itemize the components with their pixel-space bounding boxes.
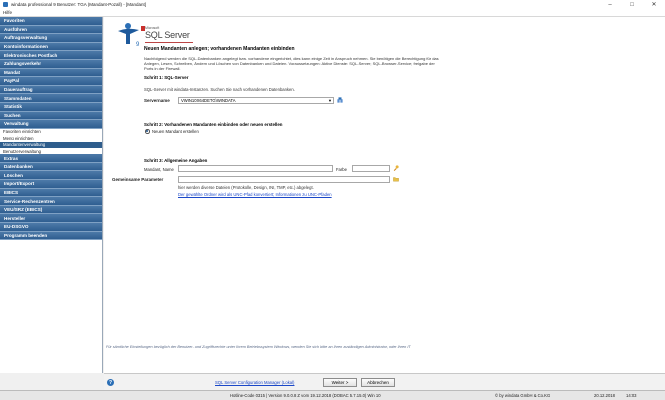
- main-panel: 9 Microsoft SQL Server Neuen Mandanten a…: [104, 17, 665, 373]
- parameter-hint: hier werden diverse Dateien (Protokolle,…: [178, 185, 314, 190]
- sidebar-item-postfach[interactable]: Elektronisches Postfach: [0, 51, 102, 60]
- gemeinsame-parameter-input[interactable]: [178, 176, 390, 183]
- gemeinsame-parameter-label: Gemeinsame Parameter: [112, 177, 164, 182]
- help-icon[interactable]: ?: [107, 379, 114, 386]
- servername-select[interactable]: VWIN10X64DETG\WINDATA ▼: [178, 97, 334, 104]
- servername-value: VWIN10X64DETG\WINDATA: [181, 98, 236, 103]
- menu-item-hilfe[interactable]: Hilfe: [3, 10, 12, 15]
- sidebar-item-stammdaten[interactable]: Stammdaten: [0, 94, 102, 103]
- farbe-label: Farbe: [336, 167, 347, 172]
- chevron-down-icon: ▼: [328, 98, 332, 103]
- status-copyright: © by windata GmbH & Co.KG: [495, 393, 551, 398]
- sidebar-item-suchen[interactable]: Suchen: [0, 111, 102, 121]
- windata-logo-icon: 9: [118, 23, 140, 48]
- sidebar-item-service-rechenzentren[interactable]: Service-Rechenzentren: [0, 197, 102, 206]
- folder-icon[interactable]: [393, 176, 399, 182]
- sql-underline: [145, 42, 193, 43]
- step1-title: Schritt 1: SQL-Server: [144, 75, 189, 80]
- page-heading: Neuen Mandanten anlegen; vorhandenen Man…: [144, 46, 295, 52]
- window-controls: – □ ✕: [599, 0, 665, 9]
- step2-title: Schritt 2: Vorhandenen Mandanten einbind…: [144, 122, 283, 127]
- intro-text: Nachfolgend werden die SQL-Datenbanken a…: [144, 56, 439, 71]
- step1-desc: SQL-Server mit windata-Instanzen. Suchen…: [144, 87, 295, 92]
- sidebar-item-mandat[interactable]: Mandat: [0, 68, 102, 78]
- sidebar-item-programm-beenden[interactable]: Programm beenden: [0, 231, 102, 241]
- sidebar-item-favoriten[interactable]: Favoriten: [0, 17, 102, 26]
- window-title: windata professional 9 Benutzer: TGA (Ma…: [11, 2, 146, 7]
- sidebar-item-hersteller[interactable]: Hersteller: [0, 214, 102, 224]
- sidebar-item-loeschen[interactable]: Löschen: [0, 171, 102, 181]
- sidebar-item-dauerauftrag[interactable]: Dauerauftrag: [0, 85, 102, 95]
- sql-config-manager-link[interactable]: SQL Server Configuration Manager (Lokal): [215, 380, 294, 385]
- sidebar-item-eu-dsgvo[interactable]: EU-DSGVO: [0, 223, 102, 232]
- sidebar-item-auftragsverwaltung[interactable]: Auftragsverwaltung: [0, 34, 102, 43]
- new-mandant-radio[interactable]: [145, 129, 150, 134]
- mandant-name-input[interactable]: [178, 165, 333, 172]
- sidebar-item-ebics[interactable]: EBICS: [0, 188, 102, 198]
- app-icon: [3, 2, 8, 7]
- title-bar: windata professional 9 Benutzer: TGA (Ma…: [0, 0, 665, 9]
- sidebar-item-paypal[interactable]: PayPal: [0, 77, 102, 86]
- sidebar: Favoriten Ausführen Auftragsverwaltung K…: [0, 17, 103, 373]
- sidebar-item-zahlungsverkehr[interactable]: Zahlungsverkehr: [0, 59, 102, 69]
- new-mandant-label: Neuen Mandant erstellen: [152, 129, 199, 134]
- step3-title: Schritt 3: Allgemeine Angaben: [144, 158, 208, 163]
- servername-label: Servername: [144, 98, 170, 103]
- sidebar-item-verwaltung[interactable]: Verwaltung: [0, 120, 102, 129]
- logo-number: 9: [136, 42, 140, 48]
- server-search-icon[interactable]: [337, 97, 343, 103]
- status-hotline: Hotline-Code 0315 | Version 9.0.0.8 Z vo…: [230, 393, 381, 398]
- sidebar-item-kontoinformationen[interactable]: Kontoinformationen: [0, 42, 102, 52]
- sidebar-item-ausfuehren[interactable]: Ausführen: [0, 25, 102, 35]
- color-picker-icon[interactable]: [393, 165, 399, 171]
- maximize-button[interactable]: □: [621, 0, 643, 9]
- minimize-button[interactable]: –: [599, 0, 621, 9]
- next-button[interactable]: Weiter >: [323, 378, 357, 387]
- status-time: 14:03: [626, 393, 637, 398]
- mandant-name-label: Mandant, Name: [144, 167, 174, 172]
- sql-server-logo: Microsoft SQL Server: [141, 25, 201, 45]
- cancel-button[interactable]: Abbrechen: [361, 378, 395, 387]
- farbe-input[interactable]: [352, 165, 390, 172]
- menu-bar: Hilfe: [0, 9, 665, 17]
- sidebar-item-veu-srz[interactable]: VEU/SRZ (EBICS): [0, 205, 102, 215]
- sidebar-item-import-export[interactable]: Import/Export: [0, 180, 102, 189]
- sidebar-item-statistik[interactable]: Statistik: [0, 102, 102, 112]
- sql-brand: SQL Server: [145, 30, 190, 40]
- footer-bar: ? SQL Server Configuration Manager (Loka…: [104, 373, 665, 390]
- sidebar-item-datenbanken[interactable]: Datenbanken: [0, 162, 102, 172]
- close-button[interactable]: ✕: [643, 0, 665, 9]
- status-bar: Hotline-Code 0315 | Version 9.0.0.8 Z vo…: [0, 390, 665, 400]
- unc-info-link[interactable]: Der gewählte Ordner wird als UNC-Pfad ko…: [178, 192, 332, 197]
- admin-note: Für sämtliche Einstellungen bezüglich de…: [106, 345, 411, 349]
- status-date: 20.12.2018: [594, 393, 615, 398]
- sidebar-item-extras[interactable]: Extras: [0, 154, 102, 163]
